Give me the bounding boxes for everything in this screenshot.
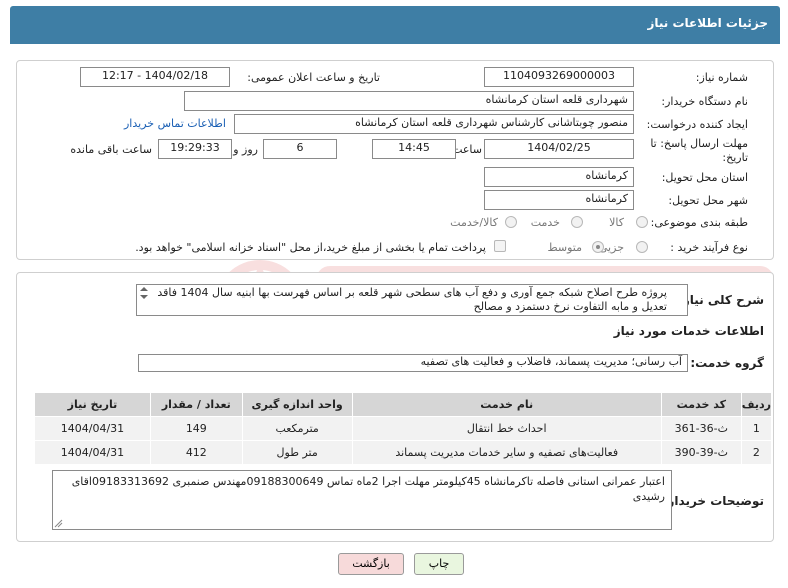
- remaining-time-label: ساعت باقی مانده: [70, 143, 152, 156]
- need-number-label: شماره نیاز:: [695, 71, 748, 84]
- treasury-checkbox[interactable]: [494, 240, 506, 252]
- category-label: طبقه بندی موضوعی:: [650, 216, 748, 229]
- creator-field: منصور چوبتاشانی کارشناس شهرداری قلعه است…: [234, 114, 634, 134]
- services-table: ردیف کد خدمت نام خدمت واحد اندازه گیری ت…: [34, 392, 773, 465]
- service-group-field: آب رسانی؛ مدیریت پسماند، فاضلاب و فعالیت…: [138, 354, 688, 372]
- days-field: 6: [263, 139, 337, 159]
- deadline-label: مهلت ارسال پاسخ: تا: [650, 137, 748, 150]
- category-radio-goods-service[interactable]: [505, 216, 517, 228]
- col-row-number: ردیف: [740, 392, 773, 417]
- announce-date-label: تاریخ و ساعت اعلان عمومی:: [247, 71, 380, 84]
- creator-label: ایجاد کننده درخواست:: [646, 118, 748, 131]
- deadline-date-field: 1404/02/25: [484, 139, 634, 159]
- deadline-time-label: ساعت: [452, 143, 482, 156]
- city-label: شهر محل تحویل:: [668, 194, 748, 207]
- table-row: 2 ث-39-390 فعالیت‌های تصفیه و سایر خدمات…: [34, 440, 773, 465]
- category-radio-service[interactable]: [571, 216, 583, 228]
- scroll-arrows-icon[interactable]: [138, 286, 150, 300]
- col-quantity: تعداد / مقدار: [149, 392, 243, 417]
- process-option-medium: متوسط: [547, 241, 582, 254]
- process-radio-medium[interactable]: [592, 241, 604, 253]
- table-header-row: ردیف کد خدمت نام خدمت واحد اندازه گیری ت…: [34, 392, 773, 417]
- cell-quantity: 149: [149, 416, 243, 441]
- province-label: استان محل تحویل:: [661, 171, 748, 184]
- page-header: جزئیات اطلاعات نیاز: [10, 6, 780, 44]
- announce-date-field: 1404/02/18 - 12:17: [80, 67, 230, 87]
- category-option-goods: کالا: [609, 216, 624, 229]
- deadline-label-date: تاریخ:: [722, 151, 748, 164]
- cell-service-name: احداث خط انتقال: [351, 416, 662, 441]
- cell-need-date: 1404/04/31: [34, 416, 151, 441]
- resize-handle-icon[interactable]: [54, 519, 63, 528]
- print-button[interactable]: چاپ: [414, 553, 464, 575]
- province-field: کرمانشاه: [484, 167, 634, 187]
- city-field: کرمانشاه: [484, 190, 634, 210]
- cell-row-number: 2: [740, 440, 773, 465]
- col-service-name: نام خدمت: [351, 392, 662, 417]
- buyer-notes-text: اعتبار عمرانی استانی فاصله تاکرمانشاه 45…: [71, 475, 665, 503]
- page-title: جزئیات اطلاعات نیاز: [647, 16, 768, 30]
- process-type-label: نوع فرآیند خرید :: [670, 241, 748, 254]
- buyer-contact-link[interactable]: اطلاعات تماس خریدار: [124, 117, 226, 130]
- buyer-notes-label: توضیحات خریدار:: [662, 494, 764, 508]
- cell-unit: متر طول: [241, 440, 353, 465]
- service-group-label: گروه خدمت:: [690, 356, 764, 370]
- need-info-panel: [16, 60, 774, 260]
- buyer-notes-textarea[interactable]: اعتبار عمرانی استانی فاصله تاکرمانشاه 45…: [52, 470, 672, 530]
- col-service-code: کد خدمت: [660, 392, 742, 417]
- col-unit: واحد اندازه گیری: [241, 392, 353, 417]
- deadline-time-field: 14:45: [372, 139, 456, 159]
- buyer-org-field: شهرداری قلعه استان کرمانشاه: [184, 91, 634, 111]
- cell-service-name: فعالیت‌های تصفیه و سایر خدمات مدیریت پسم…: [351, 440, 662, 465]
- description-textarea[interactable]: پروژه طرح اصلاح شبکه جمع آوری و دفع آب ه…: [136, 284, 688, 316]
- services-section-title: اطلاعات خدمات مورد نیاز: [613, 324, 764, 338]
- category-option-service: خدمت: [530, 216, 560, 229]
- treasury-note: پرداخت تمام یا بخشی از مبلغ خرید،از محل …: [135, 241, 486, 254]
- cell-quantity: 412: [149, 440, 243, 465]
- back-button[interactable]: بازگشت: [338, 553, 404, 575]
- days-label: روز و: [233, 143, 258, 156]
- description-label: شرح کلی نیاز:: [678, 293, 764, 307]
- col-need-date: تاریخ نیاز: [34, 392, 151, 417]
- cell-service-code: ث-36-361: [660, 416, 742, 441]
- table-row: 1 ث-36-361 احداث خط انتقال مترمکعب 149 1…: [34, 416, 773, 441]
- cell-need-date: 1404/04/31: [34, 440, 151, 465]
- cell-service-code: ث-39-390: [660, 440, 742, 465]
- category-radio-goods[interactable]: [636, 216, 648, 228]
- need-number-field: 1104093269000003: [484, 67, 634, 87]
- category-option-goods-service: کالا/خدمت: [450, 216, 498, 229]
- description-text: پروژه طرح اصلاح شبکه جمع آوری و دفع آب ه…: [157, 286, 667, 313]
- remaining-time-field: 19:29:33: [158, 139, 232, 159]
- buyer-org-label: نام دستگاه خریدار:: [661, 95, 748, 108]
- cell-row-number: 1: [740, 416, 773, 441]
- cell-unit: مترمکعب: [241, 416, 353, 441]
- process-radio-minor[interactable]: [636, 241, 648, 253]
